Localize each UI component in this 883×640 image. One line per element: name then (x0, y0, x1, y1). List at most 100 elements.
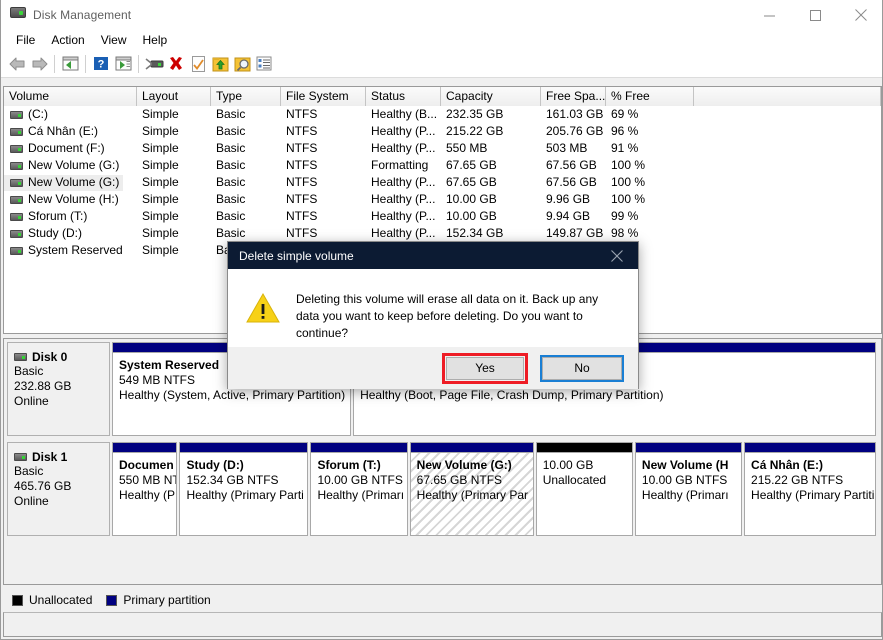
partition-size-fs: 10.00 GB NTFS (317, 473, 403, 487)
partition-status: Healthy (Primarı (317, 488, 405, 502)
back-arrow-icon[interactable] (6, 53, 28, 75)
rescan-disks-icon[interactable] (143, 53, 165, 75)
show-hide-action-pane-icon[interactable] (112, 53, 134, 75)
close-button[interactable] (838, 0, 882, 30)
help-icon[interactable]: ? (90, 53, 112, 75)
partition-block[interactable]: Documen 550 MB NT Healthy (P (112, 442, 178, 536)
search-disk-icon[interactable] (231, 53, 253, 75)
table-row[interactable]: New Volume (H:) Simple Basic NTFS Healthy (P… (4, 191, 881, 208)
menu-item-action[interactable]: Action (43, 31, 92, 50)
partition-color-bar (113, 443, 177, 453)
cell-free: 503 MB (546, 141, 588, 155)
partition-size-fs: 67.65 GB NTFS (416, 473, 503, 487)
cell-free: 67.56 GB (546, 158, 597, 172)
toolbar-separator (138, 54, 139, 73)
partition-status: Healthy (System, Active, Primary Partiti… (119, 388, 346, 402)
cell-volume: New Volume (H:) (4, 191, 137, 208)
volume-label-wrap: Document (F:) (4, 141, 109, 157)
close-icon[interactable] (596, 242, 638, 269)
volume-name: (C:) (28, 107, 48, 121)
column-header-status[interactable]: Status (366, 87, 441, 106)
menu-item-file[interactable]: File (8, 31, 43, 50)
cell-capacity: 152.34 GB (446, 226, 504, 240)
dialog-titlebar: Delete simple volume (228, 242, 638, 269)
cell-status: Healthy (P... (371, 124, 436, 138)
partition-block[interactable]: Study (D:) 152.34 GB NTFS Healthy (Primary… (179, 442, 309, 536)
menu-item-help[interactable]: Help (135, 31, 176, 50)
volume-label-wrap: New Volume (H:) (4, 192, 123, 208)
table-row[interactable]: New Volume (G:) Simple Basic NTFS Formatting… (4, 157, 881, 174)
cell-fs: NTFS (286, 141, 318, 155)
volume-name: New Volume (G:) (28, 158, 120, 172)
partition-body: Sforum (T:) 10.00 GB NTFS Healthy (Primarı (311, 453, 407, 535)
column-header-free-space[interactable]: Free Spa... (541, 87, 606, 106)
column-header-layout[interactable]: Layout (137, 87, 211, 106)
show-hide-console-tree-icon[interactable] (59, 53, 81, 75)
table-row[interactable]: Cá Nhân (E:) Simple Basic NTFS Healthy (P...… (4, 123, 881, 140)
volume-list-rows: (C:) Simple Basic NTFS Healthy (B... 232.35 G… (4, 106, 881, 259)
partition-block[interactable]: New Volume (H 10.00 GB NTFS Healthy (Prima… (634, 442, 743, 536)
partition-block[interactable]: New Volume (G:) 67.65 GB NTFS Healthy (Pri… (409, 442, 534, 536)
cell-fs: NTFS (286, 192, 318, 206)
table-row[interactable]: (C:) Simple Basic NTFS Healthy (B... 232.35 G… (4, 106, 881, 123)
upgrade-disk-icon[interactable] (209, 53, 231, 75)
disk-info[interactable]: Disk 1 Basic 465.76 GB Online (7, 442, 110, 536)
disk-management-icon (10, 7, 26, 23)
properties-icon[interactable] (187, 53, 209, 75)
yes-button[interactable]: Yes (446, 356, 524, 380)
partition-status: Healthy (Primary Partiti (751, 488, 875, 502)
volume-icon (10, 229, 23, 238)
volume-icon (10, 246, 23, 255)
no-button[interactable]: No (542, 356, 622, 380)
cell-pct: 91 % (611, 141, 639, 155)
column-header-volume[interactable]: Volume (4, 87, 137, 106)
cell-pct: 98 % (611, 226, 639, 240)
delete-icon[interactable] (165, 53, 187, 75)
legend-swatch (12, 594, 23, 606)
table-row[interactable]: Sforum (T:) Simple Basic NTFS Healthy (P... 1… (4, 208, 881, 225)
warning-icon (246, 292, 280, 323)
partition-body: Study (D:) 152.34 GB NTFS Healthy (Primary… (180, 453, 308, 535)
forward-arrow-icon[interactable] (28, 53, 50, 75)
volume-icon (10, 212, 23, 221)
legend: Unallocated Primary partition (3, 588, 882, 612)
table-row[interactable]: Document (F:) Simple Basic NTFS Healthy (P..… (4, 140, 881, 157)
partition-block[interactable]: 10.00 GB Unallocated (535, 442, 633, 536)
partition-size-fs: 550 MB NT (119, 473, 178, 487)
legend-label: Primary partition (123, 593, 211, 607)
cell-type: Basic (216, 209, 246, 223)
menu-item-view[interactable]: View (93, 31, 135, 50)
partition-name: Documen (119, 458, 174, 472)
partition-strip: Documen 550 MB NT Healthy (P Study (D:) 152.… (112, 442, 878, 536)
partition-status: Unallocated (542, 473, 607, 487)
table-row[interactable]: Study (D:) Simple Basic NTFS Healthy (P... 15… (4, 225, 881, 242)
volume-icon (10, 178, 23, 187)
dialog-footer: Yes No (228, 347, 638, 389)
column-header-file-system[interactable]: File System (281, 87, 366, 106)
cell-volume: (C:) (4, 106, 137, 123)
maximize-button[interactable] (792, 0, 838, 30)
cell-type: Basic (216, 124, 246, 138)
column-header-capacity[interactable]: Capacity (441, 87, 541, 106)
partition-block[interactable]: Sforum (T:) 10.00 GB NTFS Healthy (Primarı (310, 442, 408, 536)
partition-block[interactable]: Cá Nhân (E:) 215.22 GB NTFS Healthy (Prima… (744, 442, 876, 536)
disk-icon (14, 453, 27, 461)
disk-info[interactable]: Disk 0 Basic 232.88 GB Online (7, 342, 110, 436)
column-header-type[interactable]: Type (211, 87, 281, 106)
cell-type: Basic (216, 175, 246, 189)
partition-name: New Volume (H (641, 458, 729, 472)
cell-fs: NTFS (286, 209, 318, 223)
minimize-button[interactable] (746, 0, 792, 30)
options-icon[interactable] (253, 53, 275, 75)
table-row[interactable]: New Volume (G:) Simple Basic NTFS Healthy (P… (4, 174, 881, 191)
cell-capacity: 232.35 GB (446, 107, 504, 121)
cell-type: Basic (216, 141, 246, 155)
cell-status: Healthy (P... (371, 209, 436, 223)
cell-type: Basic (216, 226, 246, 240)
column-header-percent-free[interactable]: % Free (606, 87, 694, 106)
volume-label-wrap: New Volume (G:) (4, 174, 124, 191)
disk-name: Disk 1 (32, 450, 68, 464)
partition-size-fs: 215.22 GB NTFS (751, 473, 844, 487)
partition-status: Healthy (Primary Par (416, 488, 529, 502)
cell-volume: Document (F:) (4, 140, 137, 157)
